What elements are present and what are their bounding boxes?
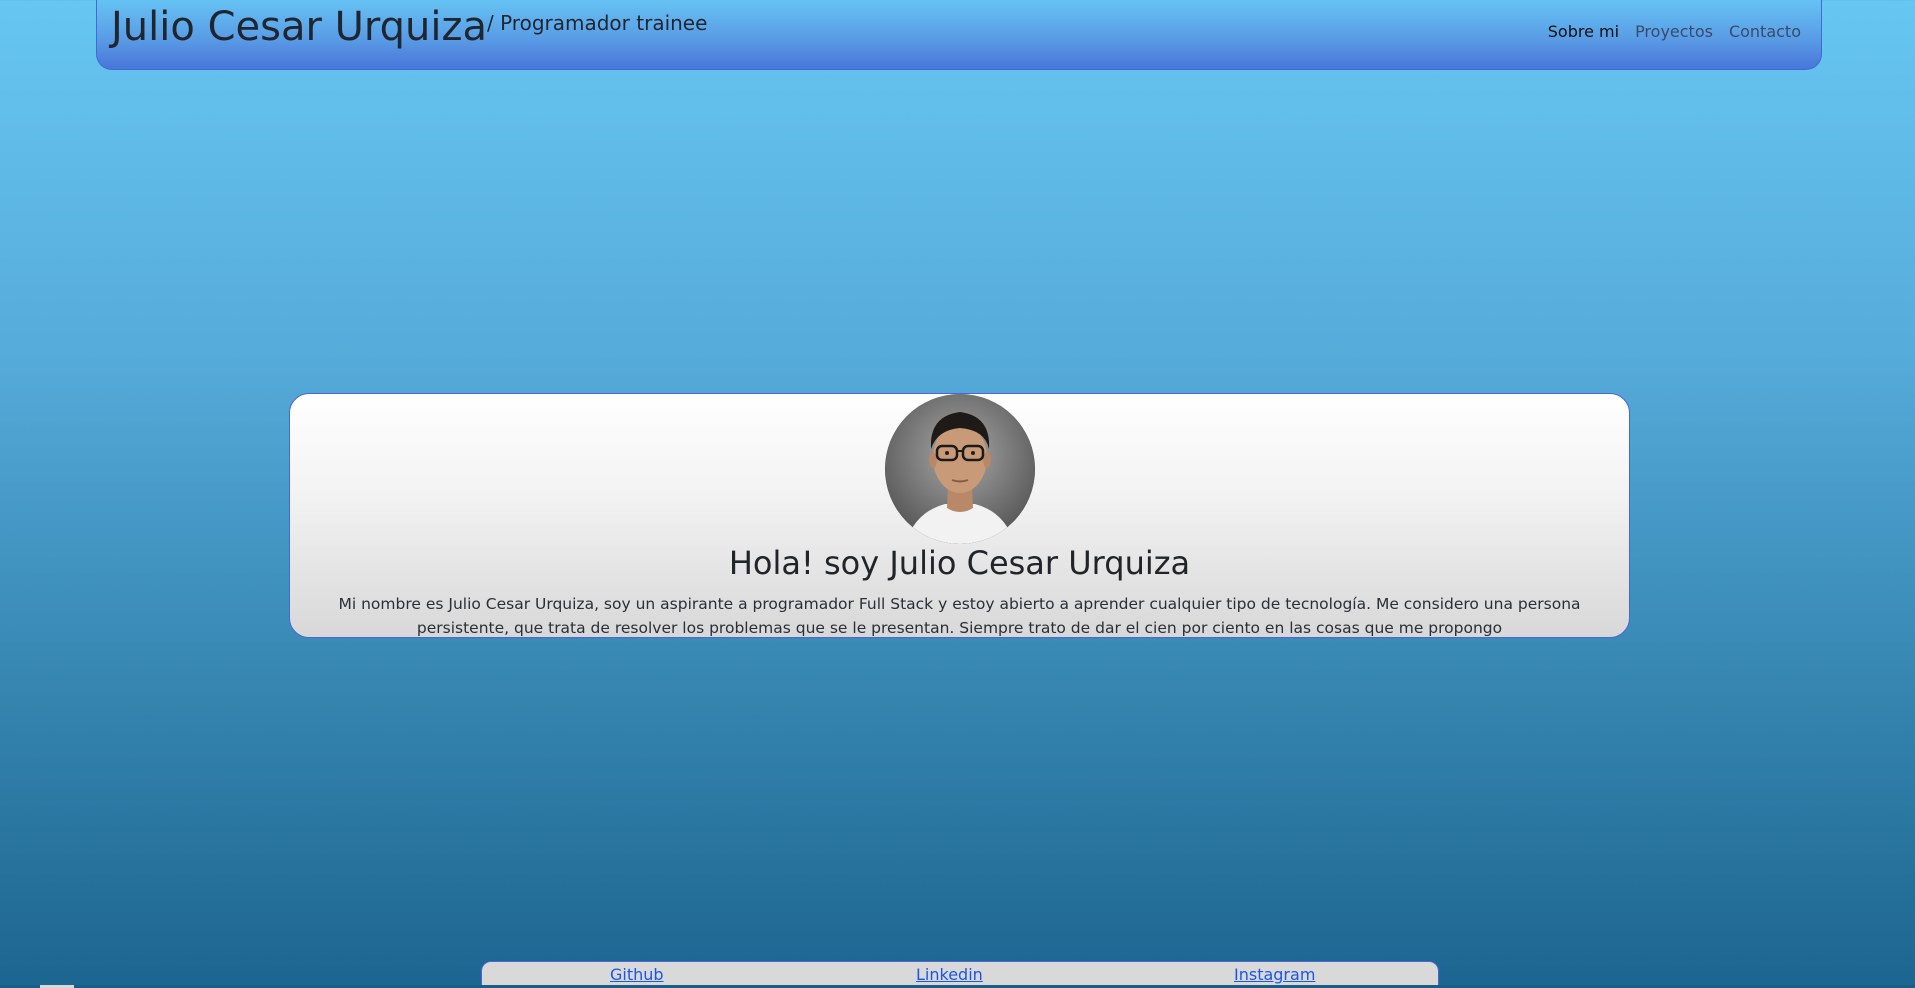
instagram-link[interactable]: Instagram (1234, 965, 1315, 984)
hero-description: Mi nombre es Julio Cesar Urquiza, soy un… (338, 595, 1581, 637)
site-header: Julio Cesar Urquiza/ Programador trainee… (96, 0, 1822, 70)
brand-role: / Programador trainee (487, 11, 708, 35)
brand-name: Julio Cesar Urquiza (111, 4, 487, 50)
footer: Github Linkedin Instagram (481, 961, 1439, 988)
nav-item-proyectos[interactable]: Proyectos (1635, 22, 1713, 41)
profile-photo-icon (885, 394, 1035, 544)
nav-item-sobre-mi[interactable]: Sobre mi (1548, 22, 1619, 41)
brand: Julio Cesar Urquiza/ Programador trainee (111, 4, 707, 50)
avatar (885, 394, 1035, 544)
linkedin-link[interactable]: Linkedin (916, 965, 983, 984)
main-nav: Sobre mi Proyectos Contacto (1548, 22, 1801, 41)
github-link[interactable]: Github (610, 965, 664, 984)
hero-title: Hola! soy Julio Cesar Urquiza (728, 544, 1191, 582)
nav-item-contacto[interactable]: Contacto (1729, 22, 1801, 41)
about-card: Hola! soy Julio Cesar Urquiza Mi nombre … (289, 393, 1630, 638)
